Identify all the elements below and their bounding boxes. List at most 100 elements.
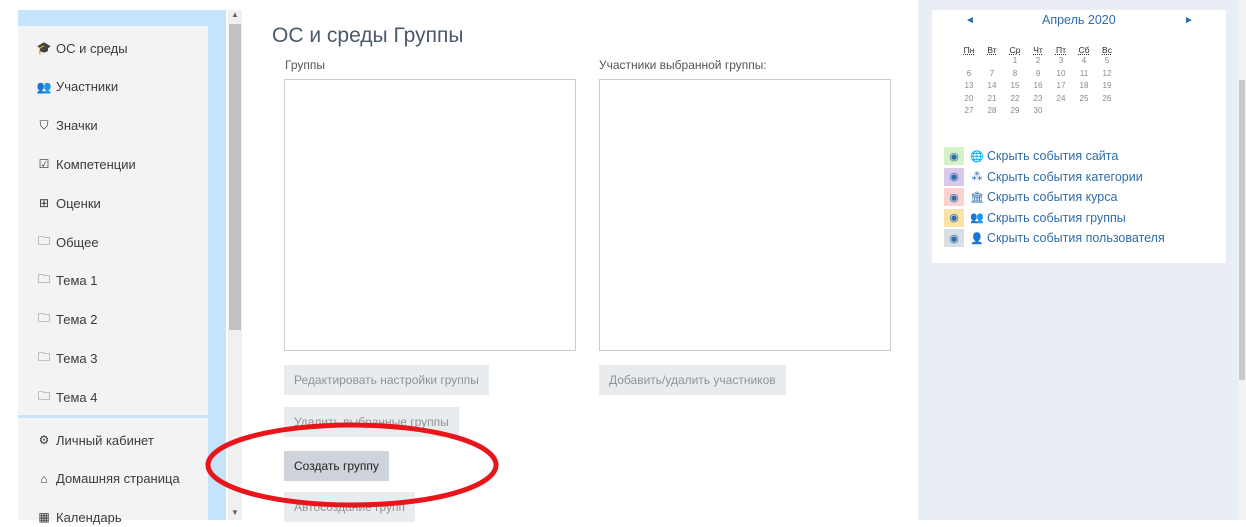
legend-label[interactable]: Скрыть события сайта — [987, 149, 1118, 163]
calendar-day[interactable]: 4 — [1074, 56, 1094, 65]
eye-icon[interactable]: ◉ — [944, 188, 964, 206]
calendar-day[interactable]: 3 — [1051, 56, 1071, 65]
calendar-day[interactable]: 30 — [1028, 106, 1048, 115]
sidebar-scroll-thumb[interactable] — [229, 24, 241, 330]
auto-create-groups-button[interactable]: Автосоздание групп — [284, 492, 415, 522]
members-listbox[interactable] — [599, 79, 891, 351]
scroll-down-arrow-icon[interactable]: ▼ — [228, 508, 242, 517]
eye-icon[interactable]: ◉ — [944, 208, 964, 227]
calendar-day[interactable]: 29 — [1005, 106, 1025, 115]
calendar-day[interactable]: 14 — [982, 81, 1002, 90]
eye-icon[interactable]: ◉ — [944, 229, 964, 247]
home-icon: ⌂ — [40, 471, 48, 486]
calendar-day[interactable]: 13 — [959, 81, 979, 90]
calendar-weekday: Ср — [1009, 45, 1021, 55]
legend-label[interactable]: Скрыть события категории — [987, 170, 1143, 184]
cubes-icon: ⁂ — [971, 171, 983, 183]
sidebar-item-label: Личный кабинет — [56, 432, 154, 448]
calendar-weekday: Вт — [987, 45, 997, 55]
calendar-day[interactable]: 18 — [1074, 81, 1094, 90]
calendar-legend-item[interactable]: ◉ ⁂ Скрыть события категории — [944, 167, 1143, 186]
calendar-day[interactable]: 10 — [1051, 69, 1071, 78]
create-group-button[interactable]: Создать группу — [284, 451, 389, 481]
calendar-day[interactable]: 22 — [1005, 94, 1025, 103]
sidebar-item-course-7[interactable]: 🗀 Тема 2 — [36, 310, 97, 330]
page-title: ОС и среды Группы — [272, 24, 464, 47]
calendar-day[interactable]: 1 — [1005, 56, 1025, 65]
calendar-day[interactable]: 24 — [1051, 94, 1071, 103]
calendar-day[interactable]: 15 — [1005, 81, 1025, 90]
user-icon: 👤 — [970, 232, 984, 245]
sidebar-item-label: Тема 3 — [56, 350, 98, 366]
calendar-day[interactable]: 12 — [1097, 69, 1117, 78]
calendar-legend-item[interactable]: ◉ 👥 Скрыть события группы — [944, 208, 1126, 227]
sidebar-item-site-2[interactable]: ▦ Календарь — [36, 507, 122, 527]
calendar-legend-item[interactable]: ◉ 👤 Скрыть события пользователя — [944, 229, 1165, 247]
users-icon: 👥 — [36, 79, 52, 94]
dashboard-icon: ⚙ — [38, 433, 50, 447]
calendar-day[interactable]: 27 — [959, 106, 979, 115]
calendar-day[interactable]: 17 — [1051, 81, 1071, 90]
scroll-up-arrow-icon[interactable]: ▲ — [228, 10, 242, 19]
folder-icon: 🗀 — [37, 349, 50, 364]
calendar-day[interactable]: 8 — [1005, 69, 1025, 78]
calendar-day[interactable]: 28 — [982, 106, 1002, 115]
eye-icon[interactable]: ◉ — [944, 147, 964, 165]
legend-label[interactable]: Скрыть события курса — [987, 190, 1117, 204]
calendar-weekday: Вс — [1102, 45, 1112, 55]
calendar-day[interactable]: 21 — [982, 94, 1002, 103]
calendar-next-icon[interactable]: ► — [1184, 15, 1194, 26]
sidebar-item-course-5[interactable]: 🗀 Общее — [36, 232, 99, 252]
sidebar-item-label: ОС и среды — [56, 40, 128, 56]
sidebar-item-site-0[interactable]: ⚙ Личный кабинет — [36, 430, 154, 450]
folder-icon: 🗀 — [37, 233, 50, 248]
graduation-cap-icon: 🎓 — [36, 41, 52, 55]
calendar-day[interactable]: 9 — [1028, 69, 1048, 78]
sidebar-item-course-9[interactable]: 🗀 Тема 4 — [36, 387, 97, 407]
eye-icon[interactable]: ◉ — [944, 167, 964, 186]
calendar-prev-icon[interactable]: ◄ — [965, 15, 975, 26]
sidebar-item-label: Компетенции — [56, 156, 136, 172]
members-label: Участники выбранной группы: — [599, 58, 767, 72]
legend-label[interactable]: Скрыть события пользователя — [987, 231, 1165, 245]
page-scroll-thumb[interactable] — [1239, 80, 1245, 380]
calendar-day[interactable]: 2 — [1028, 56, 1048, 65]
folder-icon: 🗀 — [37, 388, 50, 403]
calendar-day[interactable]: 5 — [1097, 56, 1117, 65]
calendar-day[interactable]: 23 — [1028, 94, 1048, 103]
shield-icon: ⛉ — [39, 118, 49, 133]
sidebar-item-label: Календарь — [56, 509, 122, 525]
calendar-legend-item[interactable]: ◉ 🏛 Скрыть события курса — [944, 188, 1117, 206]
calendar-day[interactable]: 7 — [982, 69, 1002, 78]
calendar-day[interactable]: 25 — [1074, 94, 1094, 103]
calendar-day[interactable]: 16 — [1028, 81, 1048, 90]
sidebar-item-course-2[interactable]: ⛉ Значки — [36, 116, 98, 136]
calendar-day[interactable]: 19 — [1097, 81, 1117, 90]
sidebar-item-course-0[interactable]: 🎓 ОС и среды — [36, 38, 128, 58]
sidebar-item-site-1[interactable]: ⌂ Домашняя страница — [36, 469, 179, 489]
calendar-day[interactable]: 20 — [959, 94, 979, 103]
university-icon: 🏛 — [970, 191, 984, 204]
sidebar-item-label: Значки — [56, 118, 98, 134]
calendar-day[interactable]: 26 — [1097, 94, 1117, 103]
edit-group-button[interactable]: Редактировать настройки группы — [284, 365, 489, 395]
calendar-legend-item[interactable]: ◉ 🌐 Скрыть события сайта — [944, 147, 1118, 165]
add-remove-members-button[interactable]: Добавить/удалить участников — [599, 365, 786, 395]
sidebar-item-label: Оценки — [56, 195, 101, 211]
folder-icon: 🗀 — [37, 272, 50, 287]
calendar-month-link[interactable]: Апрель 2020 — [1042, 13, 1116, 27]
sidebar-item-course-4[interactable]: ⊞ Оценки — [36, 193, 101, 213]
sidebar-item-course-1[interactable]: 👥 Участники — [36, 77, 119, 97]
calendar-day[interactable]: 6 — [959, 69, 979, 78]
legend-label[interactable]: Скрыть события группы — [987, 211, 1126, 225]
delete-groups-button[interactable]: Удалить выбранные группы — [284, 407, 459, 437]
calendar-day[interactable]: 11 — [1074, 69, 1094, 78]
users-icon: 👥 — [970, 212, 984, 224]
calendar-weekday: Чт — [1033, 45, 1043, 55]
groups-label: Группы — [285, 58, 325, 72]
sidebar-item-course-6[interactable]: 🗀 Тема 1 — [36, 271, 97, 291]
sidebar-item-course-8[interactable]: 🗀 Тема 3 — [36, 348, 97, 368]
groups-listbox[interactable] — [284, 79, 576, 351]
sidebar-item-course-3[interactable]: ☑ Компетенции — [36, 154, 136, 174]
calendar-icon: ▦ — [38, 510, 50, 524]
